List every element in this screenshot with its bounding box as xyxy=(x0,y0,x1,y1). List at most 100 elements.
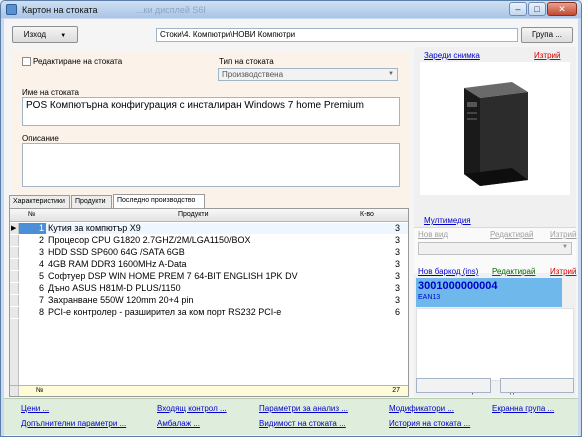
edit-product-checkbox[interactable] xyxy=(22,57,31,66)
variant-select[interactable]: ▼ xyxy=(418,242,572,255)
row-qty: 3 xyxy=(394,247,400,257)
row-selector[interactable] xyxy=(10,247,19,258)
additional-params-link[interactable]: Допълнителни параметри ... xyxy=(21,419,126,428)
footer-total-qty: 27 xyxy=(392,387,400,394)
screen-group-link[interactable]: Екранна група ... xyxy=(492,404,554,413)
chevron-down-icon: ▼ xyxy=(562,244,568,250)
product-name-label: Име на стоката xyxy=(22,88,80,97)
delete-barcode-link[interactable]: Изтрий xyxy=(550,267,576,276)
row-product: Дъно ASUS H81M-D PLUS/1150 xyxy=(48,283,181,293)
bottom-link-bar: Цени ... Входящ контрол ... Параметри за… xyxy=(4,398,578,435)
table-row[interactable]: 3 HDD SSD SP600 64G /SATA 6GB 3 xyxy=(10,247,408,258)
row-selector[interactable]: ▶ xyxy=(10,223,19,234)
table-row[interactable]: 5 Софтуер DSP WIN HOME PREM 7 64-BIT ENG… xyxy=(10,271,408,282)
row-selector[interactable] xyxy=(10,259,19,270)
product-type-select[interactable]: Производствена ▼ xyxy=(218,68,398,81)
tab-products[interactable]: Продукти xyxy=(71,195,112,208)
row-product: 4GB RAM DDR3 1600MHz A-Data xyxy=(48,259,187,269)
barcode-list-item[interactable]: 3001000000004 EAN13 xyxy=(416,278,562,307)
row-qty: 3 xyxy=(394,283,400,293)
delete-image-link[interactable]: Изтрий xyxy=(534,51,560,60)
prices-link[interactable]: Цени ... xyxy=(21,404,49,413)
column-header-qty[interactable]: К-во xyxy=(360,211,374,218)
modifiers-link[interactable]: Модификатори ... xyxy=(389,404,454,413)
row-number: 7 xyxy=(38,295,44,305)
scale-code-field[interactable] xyxy=(500,378,574,393)
row-qty: 3 xyxy=(394,271,400,281)
pc-case-icon xyxy=(464,82,528,186)
window-title: Картон на стоката xyxy=(22,5,98,15)
table-row[interactable]: 6 Дъно ASUS H81M-D PLUS/1150 3 xyxy=(10,283,408,294)
catalog-number-field[interactable] xyxy=(416,378,491,393)
row-number: 6 xyxy=(38,283,44,293)
footer-selector xyxy=(10,386,19,396)
incoming-control-link[interactable]: Входящ контрол ... xyxy=(157,404,227,413)
barcode-type: EAN13 xyxy=(418,294,441,301)
column-header-product[interactable]: Продукти xyxy=(178,211,209,218)
row-selector[interactable] xyxy=(10,235,19,246)
row-qty: 6 xyxy=(394,307,400,317)
title-bar[interactable]: Картон на стоката ...ки дисплей S6I – □ … xyxy=(1,1,581,18)
table-row[interactable]: 4 4GB RAM DDR3 1600MHz A-Data 3 xyxy=(10,259,408,270)
row-selector[interactable] xyxy=(10,283,19,294)
table-row[interactable]: 7 Захранване 550W 120mm 20+4 pin 3 xyxy=(10,295,408,306)
client-area: Изход ▼ Стоки\4. Компютри\НОВИ Компютри … xyxy=(4,19,578,436)
row-number: 5 xyxy=(38,271,44,281)
row-number: 3 xyxy=(38,247,44,257)
column-header-num[interactable]: № xyxy=(28,211,36,218)
row-selector[interactable] xyxy=(10,295,19,306)
load-image-link[interactable]: Зареди снимка xyxy=(424,51,480,60)
row-number: 2 xyxy=(38,235,44,245)
close-icon[interactable]: ✕ xyxy=(547,2,577,16)
row-selector[interactable] xyxy=(10,307,19,318)
row-product: Захранване 550W 120mm 20+4 pin xyxy=(48,295,194,305)
row-product: Кутия за компютър X9 xyxy=(48,223,141,233)
analysis-params-link[interactable]: Параметри за анализ ... xyxy=(259,404,348,413)
minimize-icon[interactable]: – xyxy=(509,2,527,16)
product-type-value: Производствена xyxy=(222,70,284,79)
product-form-panel: Редактиране на стоката Тип на стоката Пр… xyxy=(11,52,409,210)
row-selector-column xyxy=(10,319,19,385)
row-number: 8 xyxy=(38,307,44,317)
row-product: Софтуер DSP WIN HOME PREM 7 64-BIT ENGLI… xyxy=(48,271,298,281)
grid-footer: № 27 xyxy=(10,385,408,396)
group-button[interactable]: Група ... xyxy=(521,27,573,43)
maximize-icon[interactable]: □ xyxy=(528,2,546,16)
tab-last-production[interactable]: Последно производство xyxy=(113,194,205,208)
exit-button[interactable]: Изход ▼ xyxy=(12,26,78,43)
product-name-field[interactable]: POS Компютърна конфигурация с инсталиран… xyxy=(22,97,400,126)
window: Картон на стоката ...ки дисплей S6I – □ … xyxy=(0,0,582,437)
tab-characteristics[interactable]: Характеристики xyxy=(9,195,70,208)
app-icon xyxy=(6,4,17,15)
multimedia-link[interactable]: Мултимедия xyxy=(424,216,471,225)
category-path-field[interactable]: Стоки\4. Компютри\НОВИ Компютри xyxy=(156,28,518,42)
row-qty: 3 xyxy=(394,295,400,305)
row-number: 1 xyxy=(19,223,46,234)
table-row[interactable]: ▶ 1 Кутия за компютър X9 3 xyxy=(10,223,408,234)
row-product: Процесор CPU G1820 2.7GHZ/2M/LGA1150/BOX xyxy=(48,235,251,245)
chevron-down-icon: ▼ xyxy=(388,71,394,77)
row-qty: 3 xyxy=(394,259,400,269)
row-qty: 3 xyxy=(394,223,400,233)
grid-header: № Продукти К-во xyxy=(10,209,408,222)
edit-product-label: Редактиране на стоката xyxy=(33,57,123,66)
row-number: 4 xyxy=(38,259,44,269)
delete-variant-link[interactable]: Изтрий xyxy=(550,230,576,239)
barcode-value: 3001000000004 xyxy=(418,280,498,292)
right-panel: Зареди снимка Изтрий Мултимедия Нов вид … xyxy=(414,47,576,397)
row-selector[interactable] xyxy=(10,271,19,282)
chevron-down-icon[interactable]: ▼ xyxy=(60,33,66,39)
products-grid: № Продукти К-во ▶ 1 Кутия за компютър X9… xyxy=(9,208,409,397)
packaging-link[interactable]: Амбалаж ... xyxy=(157,419,200,428)
exit-label: Изход xyxy=(23,30,47,39)
footer-num-label: № xyxy=(36,387,44,394)
table-row[interactable]: 2 Процесор CPU G1820 2.7GHZ/2M/LGA1150/B… xyxy=(10,235,408,246)
product-visibility-link[interactable]: Видимост на стоката ... xyxy=(259,419,346,428)
description-field[interactable] xyxy=(22,143,400,187)
product-history-link[interactable]: История на стоката ... xyxy=(389,419,470,428)
table-row[interactable]: 8 PCI-e контролер - разширител за ком по… xyxy=(10,307,408,318)
edit-barcode-link[interactable]: Редактирай xyxy=(492,267,535,276)
new-barcode-link[interactable]: Нов баркод (ins) xyxy=(418,267,478,276)
edit-variant-link[interactable]: Редактирай xyxy=(490,230,533,239)
new-variant-link[interactable]: Нов вид xyxy=(418,230,448,239)
